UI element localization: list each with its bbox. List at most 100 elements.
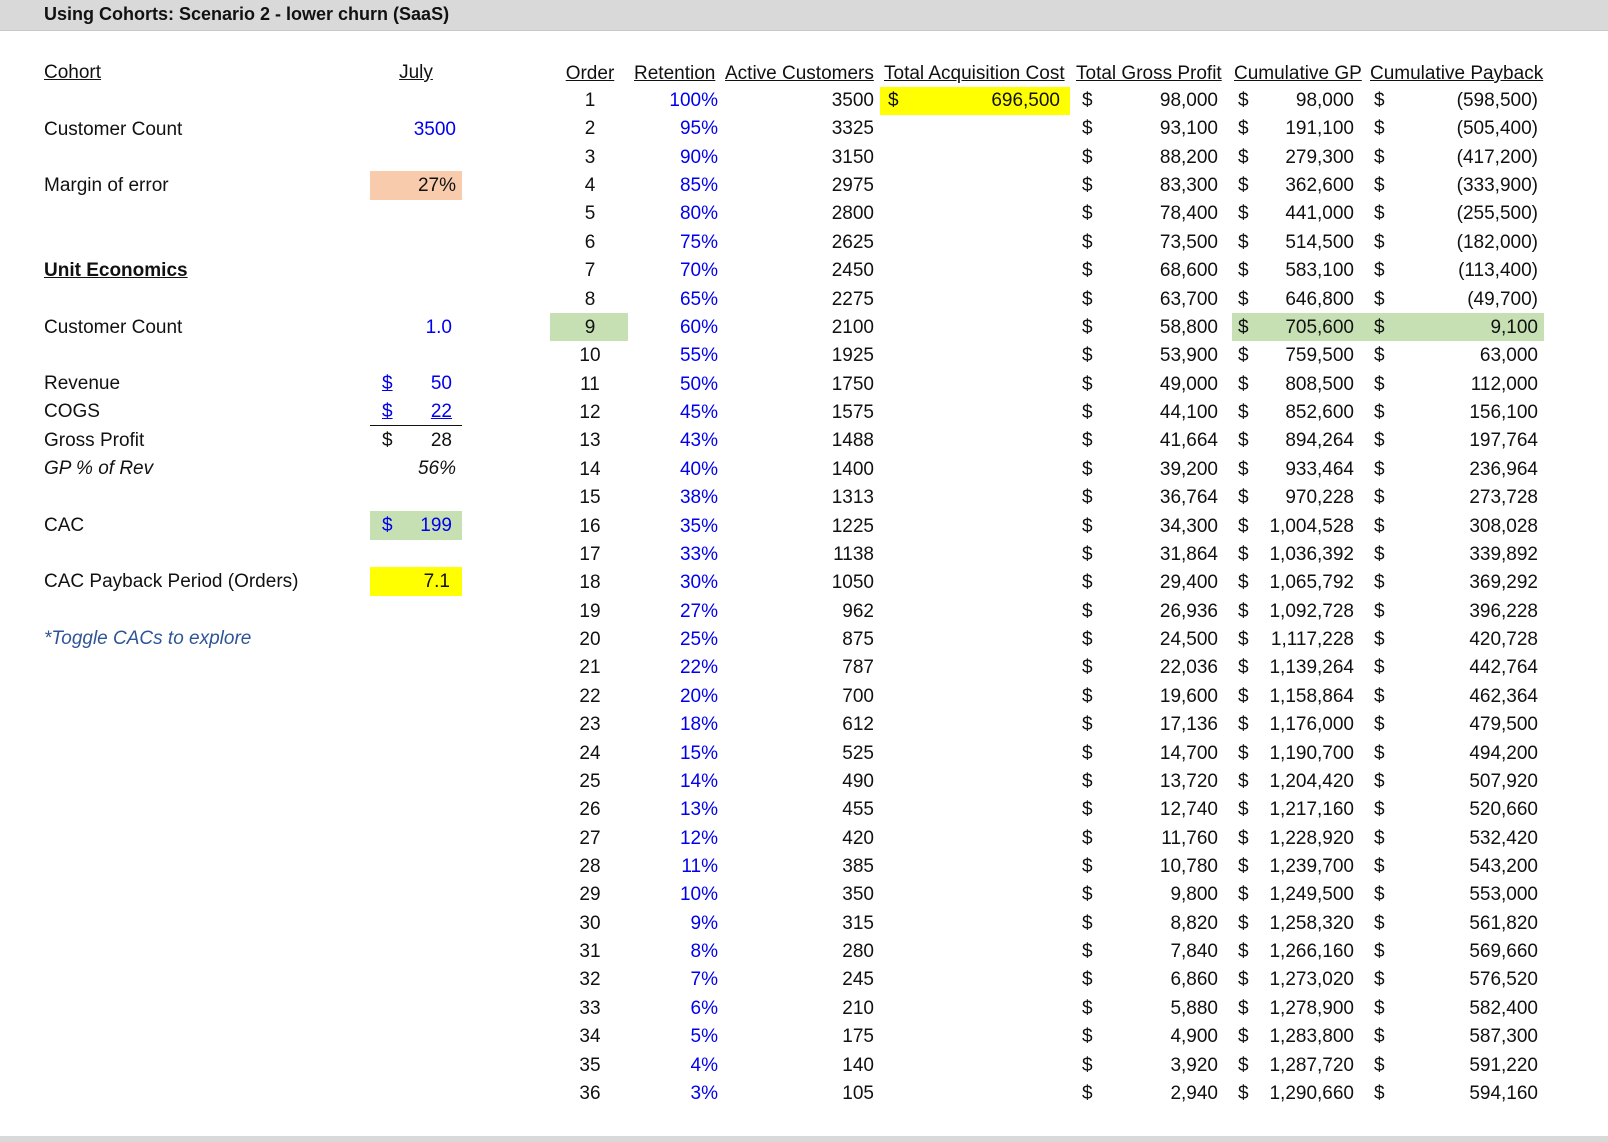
cumulative-payback-cell: (255,500) — [1456, 203, 1538, 225]
active-customers-cell: 245 — [842, 969, 874, 991]
retention-cell[interactable]: 38% — [632, 484, 718, 512]
table-row: 19 27% 962 $26,936 $1,092,728 $396,228 — [0, 598, 1608, 626]
retention-cell[interactable]: 65% — [632, 286, 718, 314]
acquisition-cost-cell: 696,500 — [991, 90, 1060, 111]
gross-profit-currency: $ — [1082, 345, 1093, 367]
table-row: 9 60% 2100 $58,800 $705,600 $9,100 — [0, 314, 1608, 342]
gross-profit-currency: $ — [1082, 260, 1093, 282]
retention-cell[interactable]: 13% — [632, 796, 718, 824]
cumulative-payback-currency: $ — [1374, 657, 1385, 679]
cumulative-gp-currency: $ — [1238, 600, 1249, 622]
retention-cell[interactable]: 27% — [632, 598, 718, 626]
retention-cell[interactable]: 45% — [632, 399, 718, 427]
gross-profit-currency: $ — [1082, 657, 1093, 679]
table-row: 2 95% 3325 $93,100 $191,100 $ (505,400) — [0, 115, 1608, 143]
retention-cell[interactable]: 6% — [632, 995, 718, 1023]
cumulative-gp-cell: 1,004,528 — [1269, 515, 1354, 537]
retention-cell[interactable]: 4% — [632, 1052, 718, 1080]
table-row: 16 35% 1225 $34,300 $1,004,528 $308,028 — [0, 513, 1608, 541]
cohort-month[interactable]: July — [370, 60, 462, 86]
gross-profit-cell: 68,600 — [1159, 260, 1218, 282]
acquisition-cost-currency: $ — [888, 90, 899, 111]
retention-cell[interactable]: 15% — [632, 740, 718, 768]
retention-cell[interactable]: 70% — [632, 257, 718, 285]
retention-cell[interactable]: 8% — [632, 938, 718, 966]
gross-profit-cell: 41,664 — [1159, 430, 1218, 452]
retention-cell[interactable]: 43% — [632, 427, 718, 455]
retention-cell[interactable]: 5% — [632, 1023, 718, 1051]
order-cell: 28 — [579, 855, 601, 877]
gross-profit-cell: 13,720 — [1159, 770, 1218, 792]
header-cumulative-gp: Cumulative GP — [1234, 63, 1362, 84]
table-row: 25 14% 490 $13,720 $1,204,420 $507,920 — [0, 768, 1608, 796]
retention-cell[interactable]: 60% — [632, 314, 718, 342]
retention-cell[interactable]: 9% — [632, 910, 718, 938]
order-cell: 11 — [580, 373, 600, 395]
retention-cell[interactable]: 12% — [632, 825, 718, 853]
retention-cell[interactable]: 95% — [632, 115, 718, 143]
order-cell: 3 — [584, 146, 596, 168]
active-customers-cell: 1138 — [833, 543, 874, 565]
cumulative-payback-currency: $ — [1374, 714, 1385, 736]
retention-cell[interactable]: 85% — [632, 172, 718, 200]
active-customers-cell: 490 — [842, 770, 874, 792]
active-customers-cell: 700 — [842, 685, 874, 707]
cumulative-payback-currency: $ — [1374, 855, 1385, 877]
cumulative-payback-currency: $ — [1374, 430, 1385, 452]
order-cell: 26 — [579, 799, 601, 821]
retention-cell[interactable]: 55% — [632, 342, 718, 370]
cumulative-payback-cell: 369,292 — [1469, 572, 1538, 594]
retention-cell[interactable]: 100% — [632, 87, 718, 115]
gross-profit-cell: 73,500 — [1159, 231, 1218, 253]
cumulative-gp-currency: $ — [1238, 714, 1249, 736]
cumulative-gp-cell: 1,190,700 — [1269, 742, 1354, 764]
order-cell: 20 — [579, 629, 601, 651]
gross-profit-currency: $ — [1082, 203, 1093, 225]
cumulative-payback-currency: $ — [1374, 1082, 1385, 1104]
retention-cell[interactable]: 10% — [632, 881, 718, 909]
cumulative-gp-cell: 191,100 — [1285, 118, 1354, 140]
gross-profit-currency: $ — [1082, 1026, 1093, 1048]
retention-cell[interactable]: 75% — [632, 229, 718, 257]
retention-cell[interactable]: 80% — [632, 200, 718, 228]
retention-cell[interactable]: 30% — [632, 569, 718, 597]
order-cell: 16 — [579, 515, 601, 537]
cumulative-gp-currency: $ — [1238, 1054, 1249, 1076]
retention-cell[interactable]: 18% — [632, 711, 718, 739]
retention-cell[interactable]: 11% — [632, 853, 718, 881]
retention-cell[interactable]: 33% — [632, 541, 718, 569]
cumulative-gp-cell: 705,600 — [1285, 316, 1354, 338]
cumulative-gp-cell: 1,092,728 — [1269, 600, 1354, 622]
cumulative-payback-currency: $ — [1374, 600, 1385, 622]
cumulative-gp-cell: 1,036,392 — [1269, 543, 1354, 565]
cumulative-payback-currency: $ — [1374, 146, 1385, 168]
cumulative-payback-cell: 462,364 — [1469, 685, 1538, 707]
cumulative-payback-cell: 112,000 — [1470, 373, 1538, 395]
retention-cell[interactable]: 50% — [632, 371, 718, 399]
header-cumulative-payback: Cumulative Payback — [1370, 63, 1544, 84]
retention-cell[interactable]: 35% — [632, 513, 718, 541]
retention-cell[interactable]: 14% — [632, 768, 718, 796]
retention-cell[interactable]: 7% — [632, 966, 718, 994]
gross-profit-currency: $ — [1082, 487, 1093, 509]
cumulative-payback-currency: $ — [1374, 827, 1385, 849]
retention-cell[interactable]: 20% — [632, 683, 718, 711]
gross-profit-cell: 53,900 — [1159, 345, 1218, 367]
active-customers-cell: 2625 — [831, 231, 874, 253]
retention-cell[interactable]: 90% — [632, 144, 718, 172]
retention-cell[interactable]: 40% — [632, 456, 718, 484]
cumulative-gp-cell: 1,249,500 — [1269, 884, 1354, 906]
retention-cell[interactable]: 22% — [632, 654, 718, 682]
retention-cell[interactable]: 25% — [632, 626, 718, 654]
gross-profit-currency: $ — [1082, 969, 1093, 991]
order-cell: 6 — [584, 231, 596, 253]
cumulative-payback-cell: 442,764 — [1469, 657, 1538, 679]
order-cell: 29 — [579, 884, 601, 906]
active-customers-cell: 3500 — [831, 90, 874, 111]
table-row: 11 50% 1750 $49,000 $808,500 $112,000 — [0, 371, 1608, 399]
gross-profit-cell: 17,136 — [1159, 714, 1218, 736]
cumulative-payback-cell: 553,000 — [1469, 884, 1538, 906]
retention-cell[interactable]: 3% — [632, 1080, 718, 1108]
cumulative-gp-currency: $ — [1238, 543, 1249, 565]
cumulative-gp-currency: $ — [1238, 685, 1249, 707]
